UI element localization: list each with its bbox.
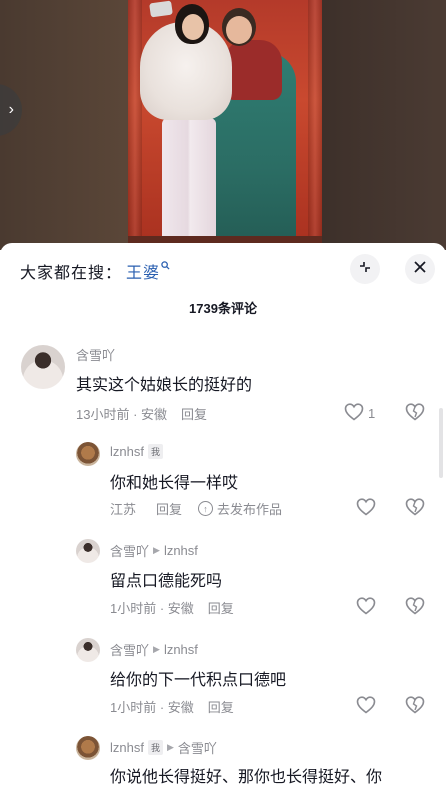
collapse-icon <box>358 260 372 279</box>
reply-button[interactable]: 回复 <box>208 697 234 716</box>
username-text: 含雪吖 <box>110 643 150 658</box>
comment-time-location: 1小时前 · 安徽 <box>110 700 194 715</box>
comment-time-location: 13小时前 · 安徽 <box>76 407 168 422</box>
comment-meta: 1小时前 · 安徽 回复 <box>110 598 234 617</box>
like-button[interactable]: 1 <box>344 403 375 424</box>
heart-icon <box>356 597 376 618</box>
search-icon <box>161 261 170 273</box>
comment-meta: 1小时前 · 安徽 回复 <box>110 697 234 716</box>
comment-meta: 13小时前 · 安徽 回复 <box>76 404 207 423</box>
reply-button[interactable]: 回复 <box>181 404 207 423</box>
reply-to-username[interactable]: 含雪吖 <box>178 738 217 757</box>
broken-heart-icon <box>405 403 425 424</box>
chevron-right-icon: › <box>8 101 14 118</box>
comment-text: 留点口德能死吗 <box>110 573 223 590</box>
comment-sheet: 大家都在搜： 王婆 1739条评论 含雪吖 其实这个姑娘长的挺好的 13小时前 … <box>0 243 446 800</box>
reply-item: lznhsf 我 你和她长得一样哎 江苏 回复 ↑ 去发布作品 <box>0 442 446 524</box>
figure-girl-legs <box>162 118 216 244</box>
like-button[interactable] <box>356 498 376 519</box>
comment-text: 你和她长得一样哎 <box>110 475 239 492</box>
username-text: lznhsf <box>110 444 144 459</box>
comment-username[interactable]: 含雪吖 ▶ lznhsf <box>110 541 198 560</box>
avatar[interactable] <box>76 638 100 662</box>
reply-button[interactable]: 回复 <box>208 598 234 617</box>
close-icon <box>414 260 426 278</box>
comment-username[interactable]: 含雪吖 ▶ lznhsf <box>110 640 198 659</box>
reply-item: 含雪吖 ▶ lznhsf 给你的下一代积点口德吧 1小时前 · 安徽 回复 <box>0 638 446 720</box>
comment-meta: 江苏 回复 ↑ 去发布作品 <box>110 499 282 518</box>
avatar[interactable] <box>76 736 100 760</box>
publish-work-button[interactable]: ↑ 去发布作品 <box>198 499 282 518</box>
reply-item: lznhsf 我 ▶ 含雪吖 你说他长得挺好、那你也长得挺好、你 <box>0 736 446 800</box>
curtain-left <box>128 0 142 250</box>
comment-username[interactable]: lznhsf 我 <box>110 444 163 459</box>
side-expand-button[interactable]: › <box>0 84 22 136</box>
curtain-right <box>308 0 322 250</box>
heart-icon <box>356 498 376 519</box>
dislike-button[interactable] <box>405 403 425 424</box>
close-button[interactable] <box>405 254 435 284</box>
username-text: 含雪吖 <box>110 544 150 559</box>
reply-arrow-icon: ▶ <box>153 545 160 555</box>
comment-text: 给你的下一代积点口德吧 <box>110 672 287 689</box>
broken-heart-icon <box>405 597 425 618</box>
reply-arrow-icon: ▶ <box>166 742 174 752</box>
comment-time-location: 1小时前 · 安徽 <box>110 601 194 616</box>
broken-heart-icon <box>405 498 425 519</box>
trending-search-term[interactable]: 王婆 <box>126 259 160 283</box>
reply-to-username[interactable]: lznhsf <box>164 543 198 558</box>
author-badge: 我 <box>147 740 163 755</box>
comment-count: 1739条评论 <box>189 301 257 316</box>
comment-username[interactable]: lznhsf 我 ▶ 含雪吖 <box>110 738 217 757</box>
avatar[interactable] <box>21 345 65 389</box>
dislike-button[interactable] <box>405 498 425 519</box>
publish-work-label: 去发布作品 <box>217 502 283 517</box>
trending-search-label: 大家都在搜： <box>20 265 123 282</box>
reply-button[interactable]: 回复 <box>156 499 182 518</box>
comment-username[interactable]: 含雪吖 <box>76 345 115 364</box>
comment-text: 其实这个姑娘长的挺好的 <box>76 377 253 394</box>
figure-lady-vest <box>224 40 282 100</box>
heart-icon <box>356 696 376 717</box>
like-count: 1 <box>368 406 376 421</box>
reply-item: 含雪吖 ▶ lznhsf 留点口德能死吗 1小时前 · 安徽 回复 <box>0 539 446 621</box>
collapse-button[interactable] <box>350 254 380 284</box>
reply-arrow-icon: ▶ <box>153 644 160 654</box>
dislike-button[interactable] <box>405 696 425 717</box>
like-button[interactable] <box>356 597 376 618</box>
broken-heart-icon <box>405 696 425 717</box>
like-button[interactable] <box>356 696 376 717</box>
dislike-button[interactable] <box>405 597 425 618</box>
video-player[interactable]: › <box>0 0 446 250</box>
comment-text: 你说他长得挺好、那你也长得挺好、你 <box>110 769 383 786</box>
upload-icon: ↑ <box>198 501 214 516</box>
comment-location: 江苏 <box>110 502 137 517</box>
avatar[interactable] <box>76 442 100 466</box>
trending-search[interactable]: 大家都在搜： 王婆 <box>20 260 170 282</box>
username-text: 含雪吖 <box>76 348 116 363</box>
author-badge: 我 <box>147 444 163 459</box>
username-text: lznhsf <box>110 740 144 755</box>
heart-icon <box>344 403 364 424</box>
figure-girl-face <box>182 14 204 40</box>
comment-item: 含雪吖 其实这个姑娘长的挺好的 13小时前 · 安徽 回复 1 <box>0 345 446 429</box>
reply-to-username[interactable]: lznhsf <box>164 642 198 657</box>
figure-lady-face <box>226 16 252 44</box>
avatar[interactable] <box>76 539 100 563</box>
